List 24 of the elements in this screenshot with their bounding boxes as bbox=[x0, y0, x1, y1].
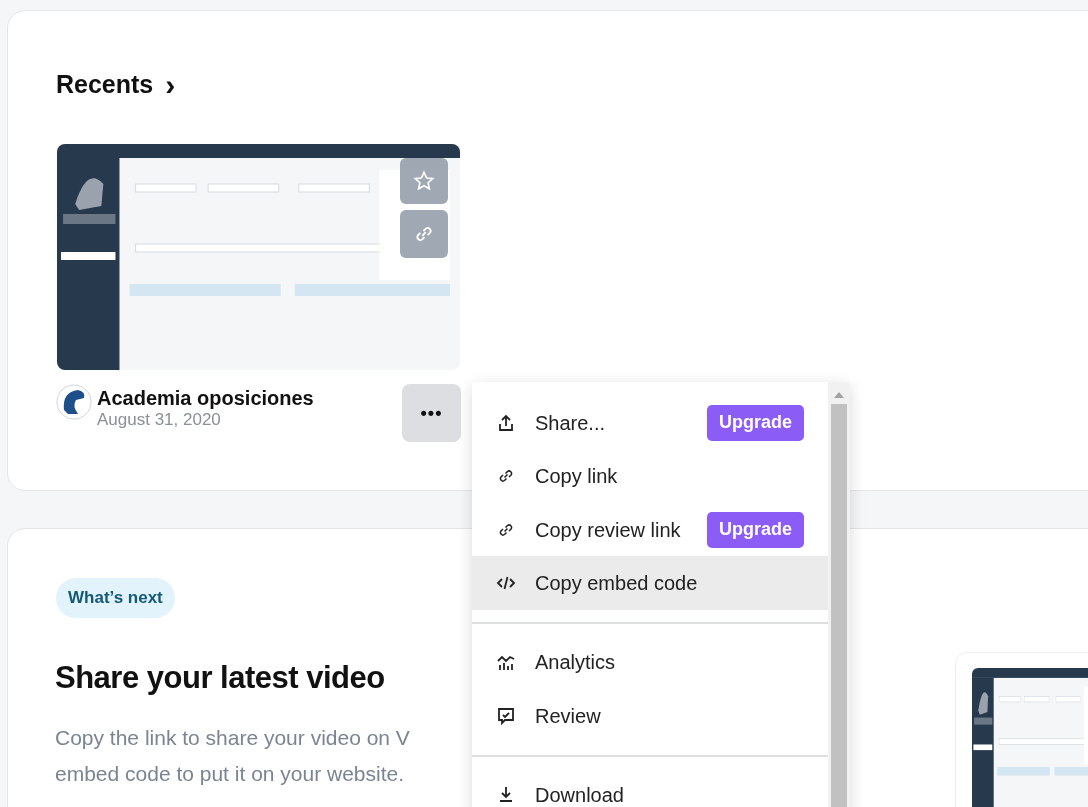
scrollbar[interactable] bbox=[828, 382, 850, 807]
section-title: Recents bbox=[56, 69, 154, 100]
card-title: Share your latest video bbox=[55, 659, 385, 697]
star-icon bbox=[413, 170, 435, 192]
menu-label: Download bbox=[535, 783, 624, 807]
description-text: embed code to put it on your website. bbox=[55, 761, 405, 787]
menu-label: Copy link bbox=[535, 464, 618, 490]
description-text: Copy the link to share your video on V bbox=[55, 725, 410, 751]
avatar-icon bbox=[56, 384, 92, 420]
menu-label: Review bbox=[535, 703, 601, 729]
copy-link-button[interactable] bbox=[400, 210, 448, 258]
upgrade-badge[interactable]: Upgrade bbox=[707, 404, 804, 441]
share-icon bbox=[496, 412, 516, 433]
menu-label: Analytics bbox=[535, 650, 616, 676]
review-icon bbox=[496, 705, 516, 726]
badge: What’s next bbox=[56, 578, 175, 618]
more-button[interactable]: ••• bbox=[402, 384, 461, 442]
menu-item[interactable]: Copy embed code bbox=[472, 556, 828, 610]
chevron-icon[interactable]: › bbox=[165, 69, 176, 100]
menu-label: Share... bbox=[535, 410, 606, 436]
menu-label: Copy review link bbox=[535, 517, 681, 543]
upgrade-badge[interactable]: Upgrade bbox=[707, 511, 804, 548]
favorite-button[interactable] bbox=[400, 158, 448, 204]
menu-label: Copy embed code bbox=[535, 571, 698, 597]
